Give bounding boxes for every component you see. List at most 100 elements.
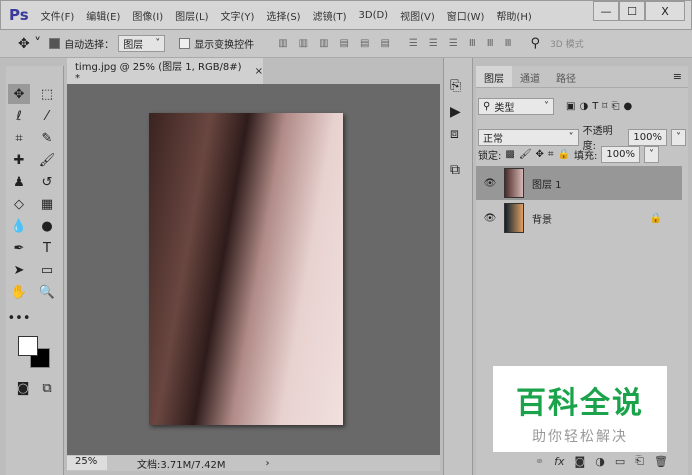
filter-adjustment-icon[interactable]: ◑ — [579, 101, 588, 112]
tab-channels[interactable]: 通道 — [512, 66, 548, 87]
layer-row[interactable]: 👁 背景 🔒 — [476, 201, 682, 235]
align-left-icon[interactable]: ▤ — [340, 38, 350, 49]
menu-window[interactable]: 窗口(W) — [447, 8, 485, 23]
filter-shape-icon[interactable]: ⌑ — [602, 101, 607, 112]
show-transform-checkbox[interactable] — [179, 38, 191, 49]
blur-tool-icon[interactable]: 💧 — [8, 216, 30, 236]
distribute-bottom-icon[interactable]: ☰ — [449, 38, 458, 49]
menu-type[interactable]: 文字(Y) — [221, 8, 255, 23]
distribute-hcenter-icon[interactable]: Ⅲ — [487, 38, 494, 49]
filter-pixel-icon[interactable]: ▣ — [566, 101, 575, 112]
magic-wand-icon[interactable]: ⁄ — [36, 106, 58, 126]
move-tool-icon[interactable]: ✥ ˅ — [18, 36, 41, 52]
document-tab[interactable]: timg.jpg @ 25% (图层 1, RGB/8#) * × — [67, 58, 263, 84]
opacity-field[interactable]: 100% — [628, 128, 667, 146]
watermark: 百科全说 助你轻松解决 — [493, 366, 667, 452]
lock-transparent-icon[interactable]: ▩ — [505, 149, 514, 160]
distribute-top-icon[interactable]: ☰ — [409, 38, 418, 49]
quick-mask-icon[interactable]: ◙ — [12, 378, 34, 398]
fill-dropdown[interactable]: ˅ — [643, 146, 659, 163]
tab-layers[interactable]: 图层 — [476, 66, 512, 87]
brush-tool-icon[interactable]: 🖌 — [36, 150, 58, 170]
auto-select-dropdown[interactable]: 图层 ˅ — [118, 35, 166, 52]
screen-mode-icon[interactable]: ⧉ — [36, 378, 58, 398]
adjustment-layer-icon[interactable]: ◑ — [595, 455, 605, 468]
history-brush-icon[interactable]: ↺ — [36, 172, 58, 192]
stamp-tool-icon[interactable]: ♟ — [8, 172, 30, 192]
foreground-color-swatch[interactable] — [18, 336, 38, 356]
healing-brush-icon[interactable]: ✚ — [8, 150, 30, 170]
visibility-eye-icon[interactable]: 👁 — [476, 178, 504, 189]
more-tools-icon[interactable]: ••• — [8, 308, 31, 328]
trash-icon[interactable]: 🗑 — [654, 455, 668, 468]
panel-menu-icon[interactable]: ≡ — [667, 66, 688, 87]
3d-icon[interactable]: ⧈ — [450, 126, 459, 142]
menu-view[interactable]: 视图(V) — [400, 8, 435, 23]
pen-tool-icon[interactable]: ✒ — [8, 238, 30, 258]
zoom-tool-icon[interactable]: 🔍 — [36, 282, 58, 302]
layer-filter-dropdown[interactable]: ⚲ 类型 ˅ — [478, 98, 554, 115]
auto-select-checkbox[interactable] — [49, 38, 61, 49]
search-icon[interactable]: ⚲ — [531, 36, 541, 51]
move-tool-icon[interactable]: ✥ — [8, 84, 30, 104]
filter-smart-icon[interactable]: ⎗ — [611, 101, 619, 112]
tab-paths[interactable]: 路径 — [548, 66, 584, 87]
align-bottom-icon[interactable]: ▥ — [319, 38, 329, 49]
properties-icon[interactable]: ⧉ — [450, 162, 460, 178]
status-menu-arrow[interactable]: › — [266, 458, 270, 469]
filter-toggle[interactable]: ● — [623, 101, 632, 112]
watermark-title: 百科全说 — [516, 386, 644, 421]
eraser-tool-icon[interactable]: ◇ — [8, 194, 30, 214]
align-top-icon[interactable]: ▥ — [278, 38, 288, 49]
opacity-dropdown[interactable]: ˅ — [671, 128, 686, 146]
lasso-tool-icon[interactable]: ℓ — [8, 106, 30, 126]
distribute-left-icon[interactable]: Ⅲ — [469, 38, 476, 49]
fill-field[interactable]: 100% — [601, 146, 640, 163]
distribute-right-icon[interactable]: Ⅲ — [505, 38, 512, 49]
lock-image-icon[interactable]: 🖌 — [519, 149, 532, 160]
actions-play-icon[interactable]: ▶ — [450, 104, 461, 120]
fx-icon[interactable]: fx — [554, 455, 564, 468]
lock-all-icon[interactable]: 🔒 — [558, 149, 570, 160]
menu-select[interactable]: 选择(S) — [266, 8, 300, 23]
menu-filter[interactable]: 滤镜(T) — [313, 8, 347, 23]
blend-mode-dropdown[interactable]: 正常 ˅ — [478, 128, 579, 146]
add-mask-icon[interactable]: ◙ — [575, 455, 586, 468]
gradient-tool-icon[interactable]: ▦ — [36, 194, 58, 214]
rectangle-tool-icon[interactable]: ▭ — [36, 260, 58, 280]
document-image[interactable] — [149, 113, 343, 425]
lock-position-icon[interactable]: ✥ — [536, 149, 544, 160]
new-layer-icon[interactable]: ⎗ — [635, 454, 644, 468]
hand-tool-icon[interactable]: ✋ — [8, 282, 30, 302]
align-hcenter-icon[interactable]: ▤ — [360, 38, 370, 49]
menu-image[interactable]: 图像(I) — [132, 8, 163, 23]
layer-row[interactable]: 👁 图层 1 — [476, 166, 682, 200]
crop-tool-icon[interactable]: ⌗ — [8, 128, 30, 148]
menu-layer[interactable]: 图层(L) — [175, 8, 208, 23]
menu-help[interactable]: 帮助(H) — [496, 8, 531, 23]
eyedropper-icon[interactable]: ✎ — [36, 128, 58, 148]
menu-edit[interactable]: 编辑(E) — [86, 8, 120, 23]
zoom-level-field[interactable]: 25% — [67, 456, 107, 470]
filter-type-icon[interactable]: T — [592, 101, 598, 112]
minimize-button[interactable]: — — [593, 1, 619, 21]
align-right-icon[interactable]: ▤ — [380, 38, 390, 49]
marquee-tool-icon[interactable]: ⬚ — [36, 84, 58, 104]
maximize-button[interactable]: ☐ — [619, 1, 645, 21]
visibility-eye-icon[interactable]: 👁 — [476, 213, 504, 224]
type-tool-icon[interactable]: T — [36, 238, 58, 258]
search-icon: ⚲ — [483, 101, 491, 112]
close-button[interactable]: X — [645, 1, 685, 21]
doc-info: 文档:3.71M/7.42M — [137, 459, 226, 471]
close-tab-icon[interactable]: × — [255, 66, 263, 77]
history-icon[interactable]: ⎘ — [450, 78, 461, 94]
link-layers-icon[interactable]: ⚭ — [535, 455, 544, 468]
path-select-icon[interactable]: ➤ — [8, 260, 30, 280]
menu-file[interactable]: 文件(F) — [41, 8, 75, 23]
menu-3d[interactable]: 3D(D) — [359, 10, 389, 21]
new-group-icon[interactable]: ▭ — [615, 455, 625, 468]
align-vcenter-icon[interactable]: ▥ — [299, 38, 309, 49]
lock-artboard-icon[interactable]: ⌗ — [548, 149, 554, 160]
distribute-vcenter-icon[interactable]: ☰ — [429, 38, 438, 49]
dodge-tool-icon[interactable]: ● — [36, 216, 58, 236]
